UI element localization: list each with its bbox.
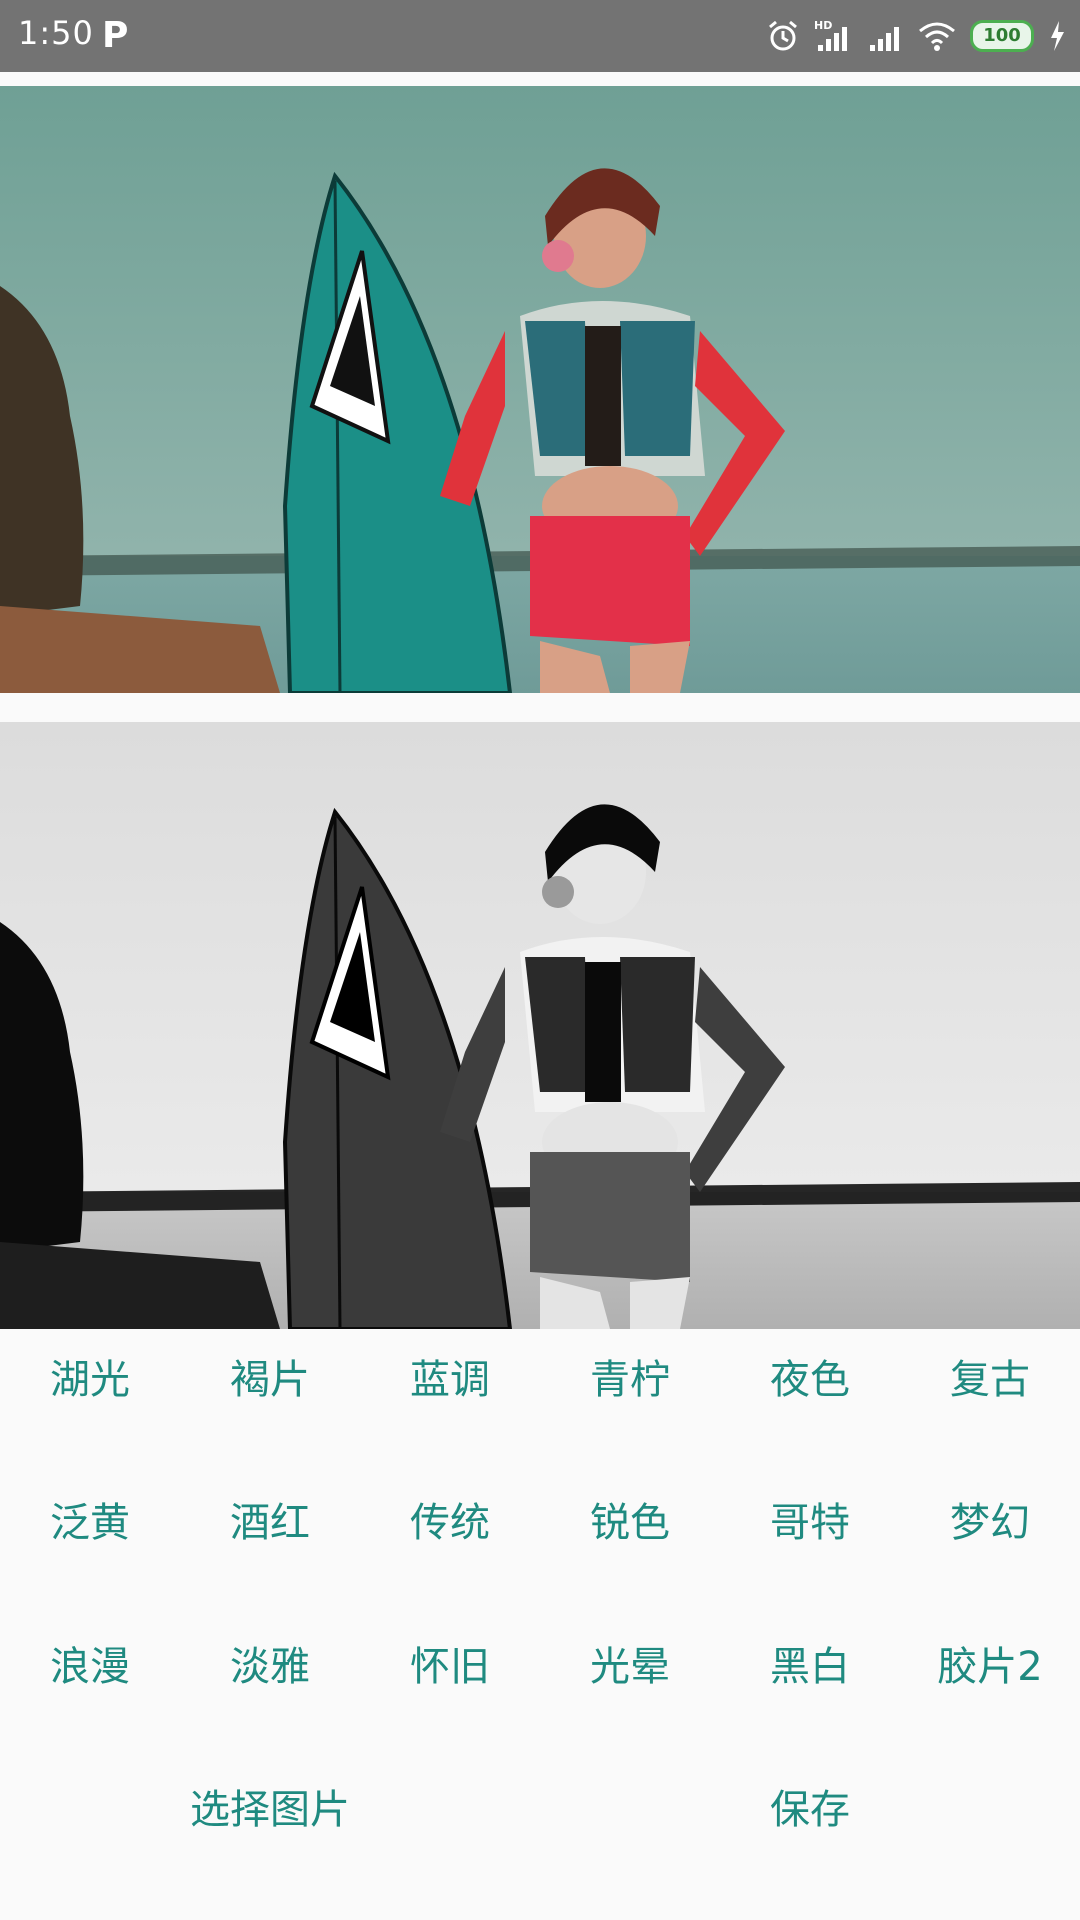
battery-icon: 100 (970, 20, 1034, 52)
filter-button[interactable]: 青柠 (540, 1345, 720, 1415)
filter-button[interactable]: 黑白 (720, 1632, 900, 1702)
status-time: 1:50 (18, 14, 94, 52)
filter-button[interactable]: 传统 (360, 1488, 540, 1558)
photo-surfer-grayscale (0, 722, 1080, 1329)
charging-icon (1051, 21, 1064, 51)
wifi-icon (919, 22, 955, 51)
status-icons: HD 100 (766, 14, 1066, 58)
filter-button[interactable]: 胶片2 (900, 1632, 1080, 1702)
original-photo (0, 86, 1080, 693)
signal-icon (870, 27, 899, 51)
filter-button[interactable]: 浪漫 (0, 1632, 180, 1702)
photo-surfer-color (0, 86, 1080, 693)
p-icon: P (102, 15, 129, 56)
filter-button[interactable]: 褐片 (180, 1345, 360, 1415)
alarm-icon (769, 20, 797, 51)
hd-label: HD (814, 19, 832, 32)
filter-button[interactable]: 湖光 (0, 1345, 180, 1415)
filter-button[interactable]: 淡雅 (180, 1632, 360, 1702)
filter-panel: 湖光 褐片 蓝调 青柠 夜色 复古 泛黄 酒红 传统 锐色 哥特 梦幻 浪漫 淡… (0, 1329, 1080, 1920)
status-bar: 1:50 P HD 100 (0, 0, 1080, 72)
filter-button[interactable]: 复古 (900, 1345, 1080, 1415)
filter-button[interactable]: 夜色 (720, 1345, 900, 1415)
filtered-photo (0, 722, 1080, 1329)
filter-button[interactable]: 梦幻 (900, 1488, 1080, 1558)
filter-button[interactable]: 泛黄 (0, 1488, 180, 1558)
filter-button[interactable]: 哥特 (720, 1488, 900, 1558)
select-image-button[interactable]: 选择图片 (150, 1775, 390, 1845)
top-divider (0, 72, 1080, 86)
signal-hd-icon: HD (814, 19, 847, 51)
filter-button[interactable]: 蓝调 (360, 1345, 540, 1415)
filter-button[interactable]: 光晕 (540, 1632, 720, 1702)
filter-button[interactable]: 酒红 (180, 1488, 360, 1558)
image-divider (0, 693, 1080, 722)
save-button[interactable]: 保存 (720, 1775, 900, 1845)
filter-button[interactable]: 锐色 (540, 1488, 720, 1558)
filter-button[interactable]: 怀旧 (360, 1632, 540, 1702)
